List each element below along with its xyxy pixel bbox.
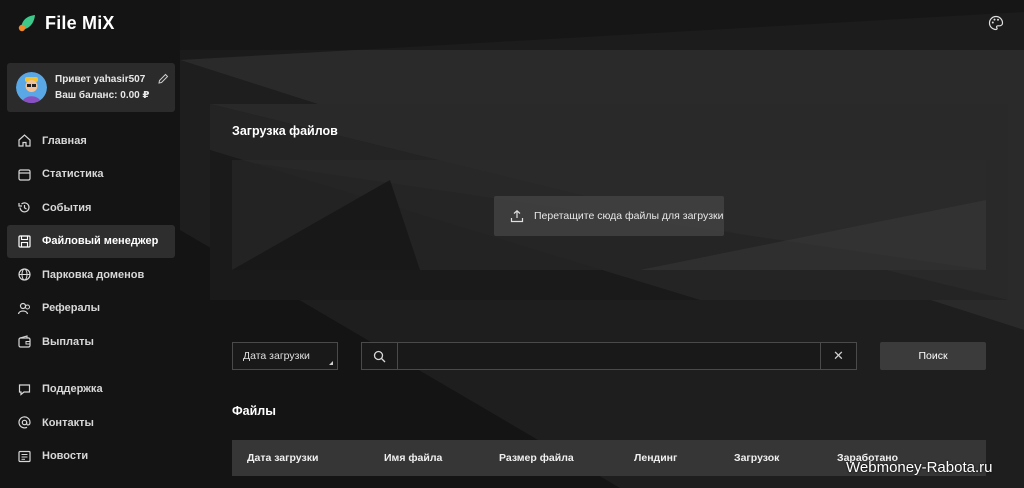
avatar	[16, 72, 47, 103]
save-icon	[18, 234, 31, 248]
watermark-text: Webmoney-Rabota.ru	[846, 459, 993, 476]
sidebar-item-label: Новости	[42, 450, 89, 462]
sidebar-nav: Главная Статистика События Файловый мене…	[7, 124, 175, 473]
upload-section-title: Загрузка файлов	[232, 124, 338, 138]
column-header-landing[interactable]: Лендинг	[634, 440, 677, 476]
column-header-file-size[interactable]: Размер файла	[499, 440, 574, 476]
home-icon	[18, 134, 31, 147]
sidebar-item-support[interactable]: Поддержка	[7, 373, 175, 406]
sidebar-item-domain-parking[interactable]: Парковка доменов	[7, 258, 175, 291]
column-header-file-name[interactable]: Имя файла	[384, 440, 442, 476]
users-icon	[17, 302, 30, 314]
sidebar-item-label: События	[42, 201, 92, 214]
logo-icon	[18, 15, 35, 32]
brand-logo[interactable]: File MiX	[16, 10, 115, 36]
sidebar-item-label: Парковка доменов	[42, 268, 145, 281]
user-balance: Ваш баланс: 0.00 ₽	[55, 89, 150, 101]
upload-icon	[510, 209, 524, 223]
column-header-downloads[interactable]: Загрузок	[734, 440, 779, 476]
history-icon	[18, 202, 30, 213]
sidebar-item-statistics[interactable]: Статистика	[7, 158, 175, 191]
sidebar-item-label: Рефералы	[42, 302, 100, 314]
user-card[interactable]: Привет yahasir507 Ваш баланс: 0.00 ₽	[7, 63, 175, 112]
upload-drop-button[interactable]: Перетащите сюда файлы для загрузки	[494, 196, 724, 236]
calendar-icon	[18, 168, 31, 181]
search-group: ✕	[361, 342, 857, 370]
sidebar-item-label: Выплаты	[42, 335, 94, 348]
date-filter-select[interactable]: Дата загрузки	[232, 342, 338, 370]
clear-search-icon[interactable]: ✕	[820, 343, 856, 369]
sidebar-item-file-manager[interactable]: Файловый менеджер	[7, 224, 175, 258]
search-input[interactable]	[398, 343, 820, 369]
sidebar-item-referrals[interactable]: Рефералы	[7, 292, 175, 325]
pencil-icon[interactable]	[157, 73, 169, 85]
sidebar-item-label: Поддержка	[42, 383, 103, 395]
sidebar-item-home[interactable]: Главная	[7, 124, 175, 157]
search-button[interactable]: Поиск	[880, 342, 986, 370]
files-section-title: Файлы	[232, 404, 276, 418]
sidebar-item-news[interactable]: Новости	[7, 440, 175, 473]
sidebar-item-payouts[interactable]: Выплаты	[7, 325, 175, 358]
user-greeting: Привет yahasir507	[55, 73, 146, 85]
at-icon	[18, 416, 31, 429]
column-header-upload-date[interactable]: Дата загрузки	[247, 440, 318, 476]
sidebar-item-label: Главная	[42, 134, 87, 147]
sidebar-item-events[interactable]: События	[7, 191, 175, 224]
sidebar-item-label: Файловый менеджер	[42, 235, 159, 247]
dropzone-label: Перетащите сюда файлы для загрузки	[534, 210, 724, 222]
sidebar-item-label: Контакты	[42, 416, 94, 429]
sidebar-item-contacts[interactable]: Контакты	[7, 406, 175, 439]
dropdown-arrow-icon	[325, 361, 333, 365]
search-icon[interactable]	[362, 343, 398, 369]
nav-separator	[7, 359, 175, 373]
globe-icon	[18, 268, 31, 281]
app-name: File MiX	[45, 12, 115, 33]
wallet-icon	[18, 335, 31, 348]
chat-icon	[18, 383, 31, 396]
palette-icon[interactable]	[988, 15, 1004, 31]
news-icon	[18, 450, 31, 462]
date-filter-value: Дата загрузки	[243, 350, 310, 362]
sidebar-item-label: Статистика	[42, 168, 104, 180]
